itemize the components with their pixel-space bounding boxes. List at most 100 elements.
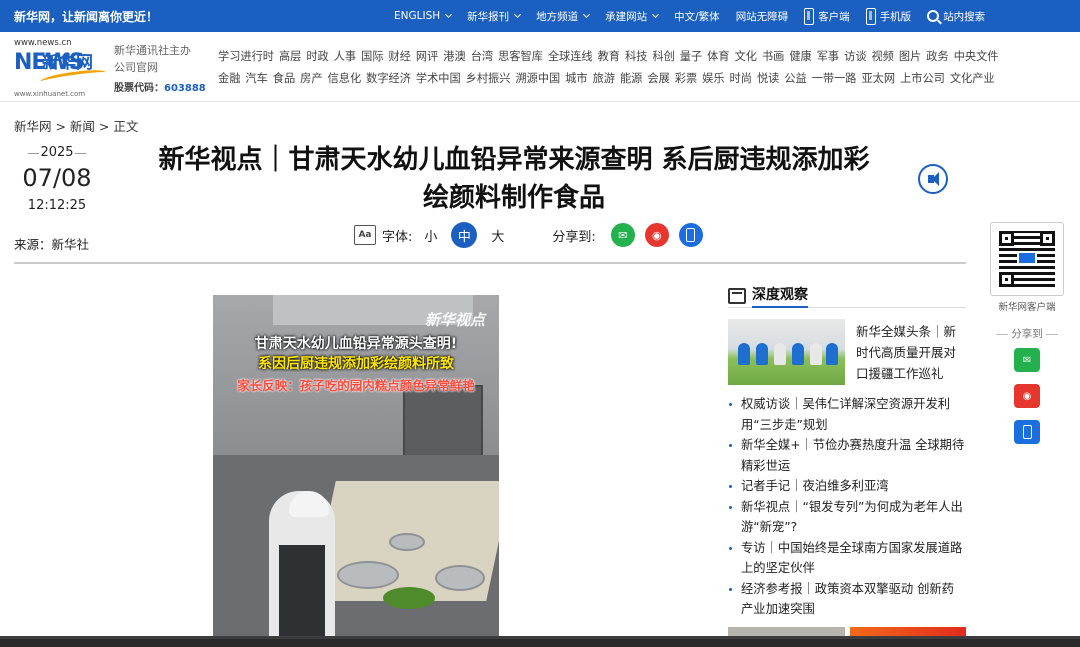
article-source: 来源：新华社 — [14, 237, 90, 252]
nav-site-search[interactable]: 站内搜索 — [927, 9, 985, 24]
logo-sub: www.xinhuanet.com — [14, 90, 86, 98]
bottom-bar — [0, 636, 1080, 647]
stock-label: 股票代码： — [114, 83, 164, 94]
channel-link[interactable]: 高层 — [279, 46, 301, 68]
channel-link[interactable]: 文化产业 — [950, 68, 995, 90]
qr-logo — [1017, 251, 1037, 265]
channel-link[interactable]: 图片 — [899, 46, 921, 68]
channel-link[interactable]: 港澳 — [443, 46, 465, 68]
channel-link[interactable]: 旅游 — [593, 68, 615, 90]
channel-link[interactable]: 信息化 — [328, 68, 362, 90]
site-slogan: 新华网，让新闻离你更近！ — [14, 10, 159, 24]
article-toolbar: Aa 字体: 小 中 大 分享到: ✉ ◉ — [354, 222, 708, 248]
channel-link[interactable]: 健康 — [789, 46, 811, 68]
news-list-item[interactable]: 新华视点｜“银发专列”为何成为老年人出游“新宠”? — [728, 497, 966, 538]
audio-icon[interactable] — [918, 164, 948, 194]
nav-hosted-sites[interactable]: 承建网站 — [605, 9, 660, 24]
breadcrumb[interactable]: 新华网 > 新闻 > 正文 — [14, 116, 138, 135]
weibo-icon[interactable]: ◉ — [644, 223, 669, 247]
section-header: 深度观察 — [728, 284, 966, 308]
channel-link[interactable]: 溯源中国 — [515, 68, 560, 90]
stock-value[interactable]: 603888 — [164, 83, 206, 94]
font-size-icon: Aa — [354, 225, 376, 245]
channel-link[interactable]: 乡村振兴 — [466, 68, 511, 90]
channel-link[interactable]: 时政 — [306, 46, 328, 68]
nav-accessibility[interactable]: 网站无障碍 — [736, 9, 789, 24]
qr-corner — [999, 272, 1014, 287]
video-caption-1: 甘肃天水幼儿血铅异常源头查明! — [254, 336, 458, 352]
channel-link[interactable]: 访谈 — [844, 46, 866, 68]
channel-link[interactable]: 公益 — [784, 68, 806, 90]
channel-link[interactable]: 教育 — [598, 46, 620, 68]
nav-local-channels[interactable]: 地方频道 — [536, 9, 591, 24]
channel-link[interactable]: 金融 — [218, 68, 240, 90]
channel-link[interactable]: 亚太网 — [861, 68, 895, 90]
channel-link[interactable]: 悦读 — [757, 68, 779, 90]
channel-link[interactable]: 政务 — [926, 46, 948, 68]
channel-link[interactable]: 能源 — [620, 68, 642, 90]
nav-press-label: 新华报刊 — [467, 10, 510, 23]
channel-link[interactable]: 学术中国 — [416, 68, 461, 90]
channel-link[interactable]: 中央文件 — [954, 46, 999, 68]
channel-link[interactable]: 学习进行时 — [218, 46, 274, 68]
channel-link[interactable]: 国际 — [361, 46, 383, 68]
channel-link[interactable]: 数字经济 — [366, 68, 411, 90]
phone-glyph — [686, 228, 696, 242]
font-small-button[interactable]: 小 — [424, 226, 437, 245]
channel-link[interactable]: 书画 — [762, 46, 784, 68]
weibo-icon[interactable]: ◉ — [1014, 384, 1040, 408]
channel-link[interactable]: 视频 — [872, 46, 894, 68]
nav-english[interactable]: ENGLISH — [394, 10, 453, 22]
channel-link[interactable]: 思客智库 — [498, 46, 543, 68]
channel-link[interactable]: 财经 — [389, 46, 411, 68]
channel-link[interactable]: 文化 — [735, 46, 757, 68]
wechat-icon[interactable]: ✉ — [1014, 348, 1040, 372]
channel-link[interactable]: 娱乐 — [702, 68, 724, 90]
xinhua-logo[interactable]: www.news.cn NEWS 新华网 www.xinhuanet.com — [14, 38, 108, 98]
nav-xinhua-press[interactable]: 新华报刊 — [467, 9, 522, 24]
news-list-item[interactable]: 记者手记｜夜泊维多利亚湾 — [728, 476, 966, 497]
wechat-icon[interactable]: ✉ — [610, 223, 635, 247]
channel-link[interactable]: 彩票 — [675, 68, 697, 90]
channel-link[interactable]: 会展 — [647, 68, 669, 90]
news-list-item[interactable]: 新华全媒+｜节俭办赛热度升温 全球期待精彩世运 — [728, 435, 966, 476]
channel-link[interactable]: 台湾 — [471, 46, 493, 68]
channel-link[interactable]: 科创 — [652, 46, 674, 68]
share-label: 分享到: — [552, 229, 596, 245]
news-list: 权威访谈｜吴伟仁详解深空资源开发利用“三步走”规划 新华全媒+｜节俭办赛热度升温 … — [728, 394, 966, 620]
nav-mobile[interactable]: 手机版 — [865, 7, 911, 25]
nav-client[interactable]: 客户端 — [804, 7, 850, 25]
channel-link[interactable]: 军事 — [817, 46, 839, 68]
nav-lang-label: 中文/繁体 — [674, 10, 720, 23]
channel-link[interactable]: 全球连线 — [548, 46, 593, 68]
section-title[interactable]: 深度观察 — [752, 284, 808, 308]
article-video[interactable]: 新华视点 甘肃天水幼儿血铅异常源头查明! 系因后厨违规添加彩绘颜料所致 家长反映… — [213, 295, 499, 647]
nav-simplified-traditional[interactable]: 中文/繁体 — [674, 9, 720, 24]
site-header: www.news.cn NEWS 新华网 www.xinhuanet.com 新… — [0, 32, 1080, 102]
featured-image[interactable] — [728, 319, 845, 385]
channel-link[interactable]: 时尚 — [730, 68, 752, 90]
channel-link[interactable]: 网评 — [416, 46, 438, 68]
featured-story[interactable]: 新华全媒头条｜新时代高质量开展对口援疆工作巡礼 — [728, 319, 966, 385]
news-list-item[interactable]: 经济参考报｜政策资本双擎驱动 创新药产业加速突围 — [728, 579, 966, 620]
font-medium-button[interactable]: 中 — [451, 222, 478, 248]
channel-link[interactable]: 人事 — [334, 46, 356, 68]
nav-local-label: 地方频道 — [536, 10, 579, 23]
title-line-1: 新华视点｜甘肃天水幼儿血铅异常来源查明 系后厨违规添加彩 — [158, 145, 870, 175]
news-list-item[interactable]: 权威访谈｜吴伟仁详解深空资源开发利用“三步走”规划 — [728, 394, 966, 435]
mobile-share-icon[interactable] — [678, 223, 703, 247]
video-caption-3: 家长反映：孩子吃的园内糕点颜色异常鲜艳 — [237, 378, 475, 393]
channel-link[interactable]: 城市 — [565, 68, 587, 90]
channel-link[interactable]: 上市公司 — [900, 68, 945, 90]
channel-link[interactable]: 体育 — [707, 46, 729, 68]
channel-link[interactable]: 一带一路 — [812, 68, 857, 90]
featured-title[interactable]: 新华全媒头条｜新时代高质量开展对口援疆工作巡礼 — [856, 321, 966, 384]
channel-link[interactable]: 汽车 — [245, 68, 267, 90]
channel-link[interactable]: 量子 — [680, 46, 702, 68]
channel-link[interactable]: 科技 — [625, 46, 647, 68]
channel-link[interactable]: 房产 — [300, 68, 322, 90]
channel-link[interactable]: 食品 — [273, 68, 295, 90]
mobile-share-icon[interactable] — [1014, 420, 1040, 444]
news-list-item[interactable]: 专访｜中国始终是全球南方国家发展道路上的坚定伙伴 — [728, 538, 966, 579]
font-large-button[interactable]: 大 — [491, 226, 504, 245]
